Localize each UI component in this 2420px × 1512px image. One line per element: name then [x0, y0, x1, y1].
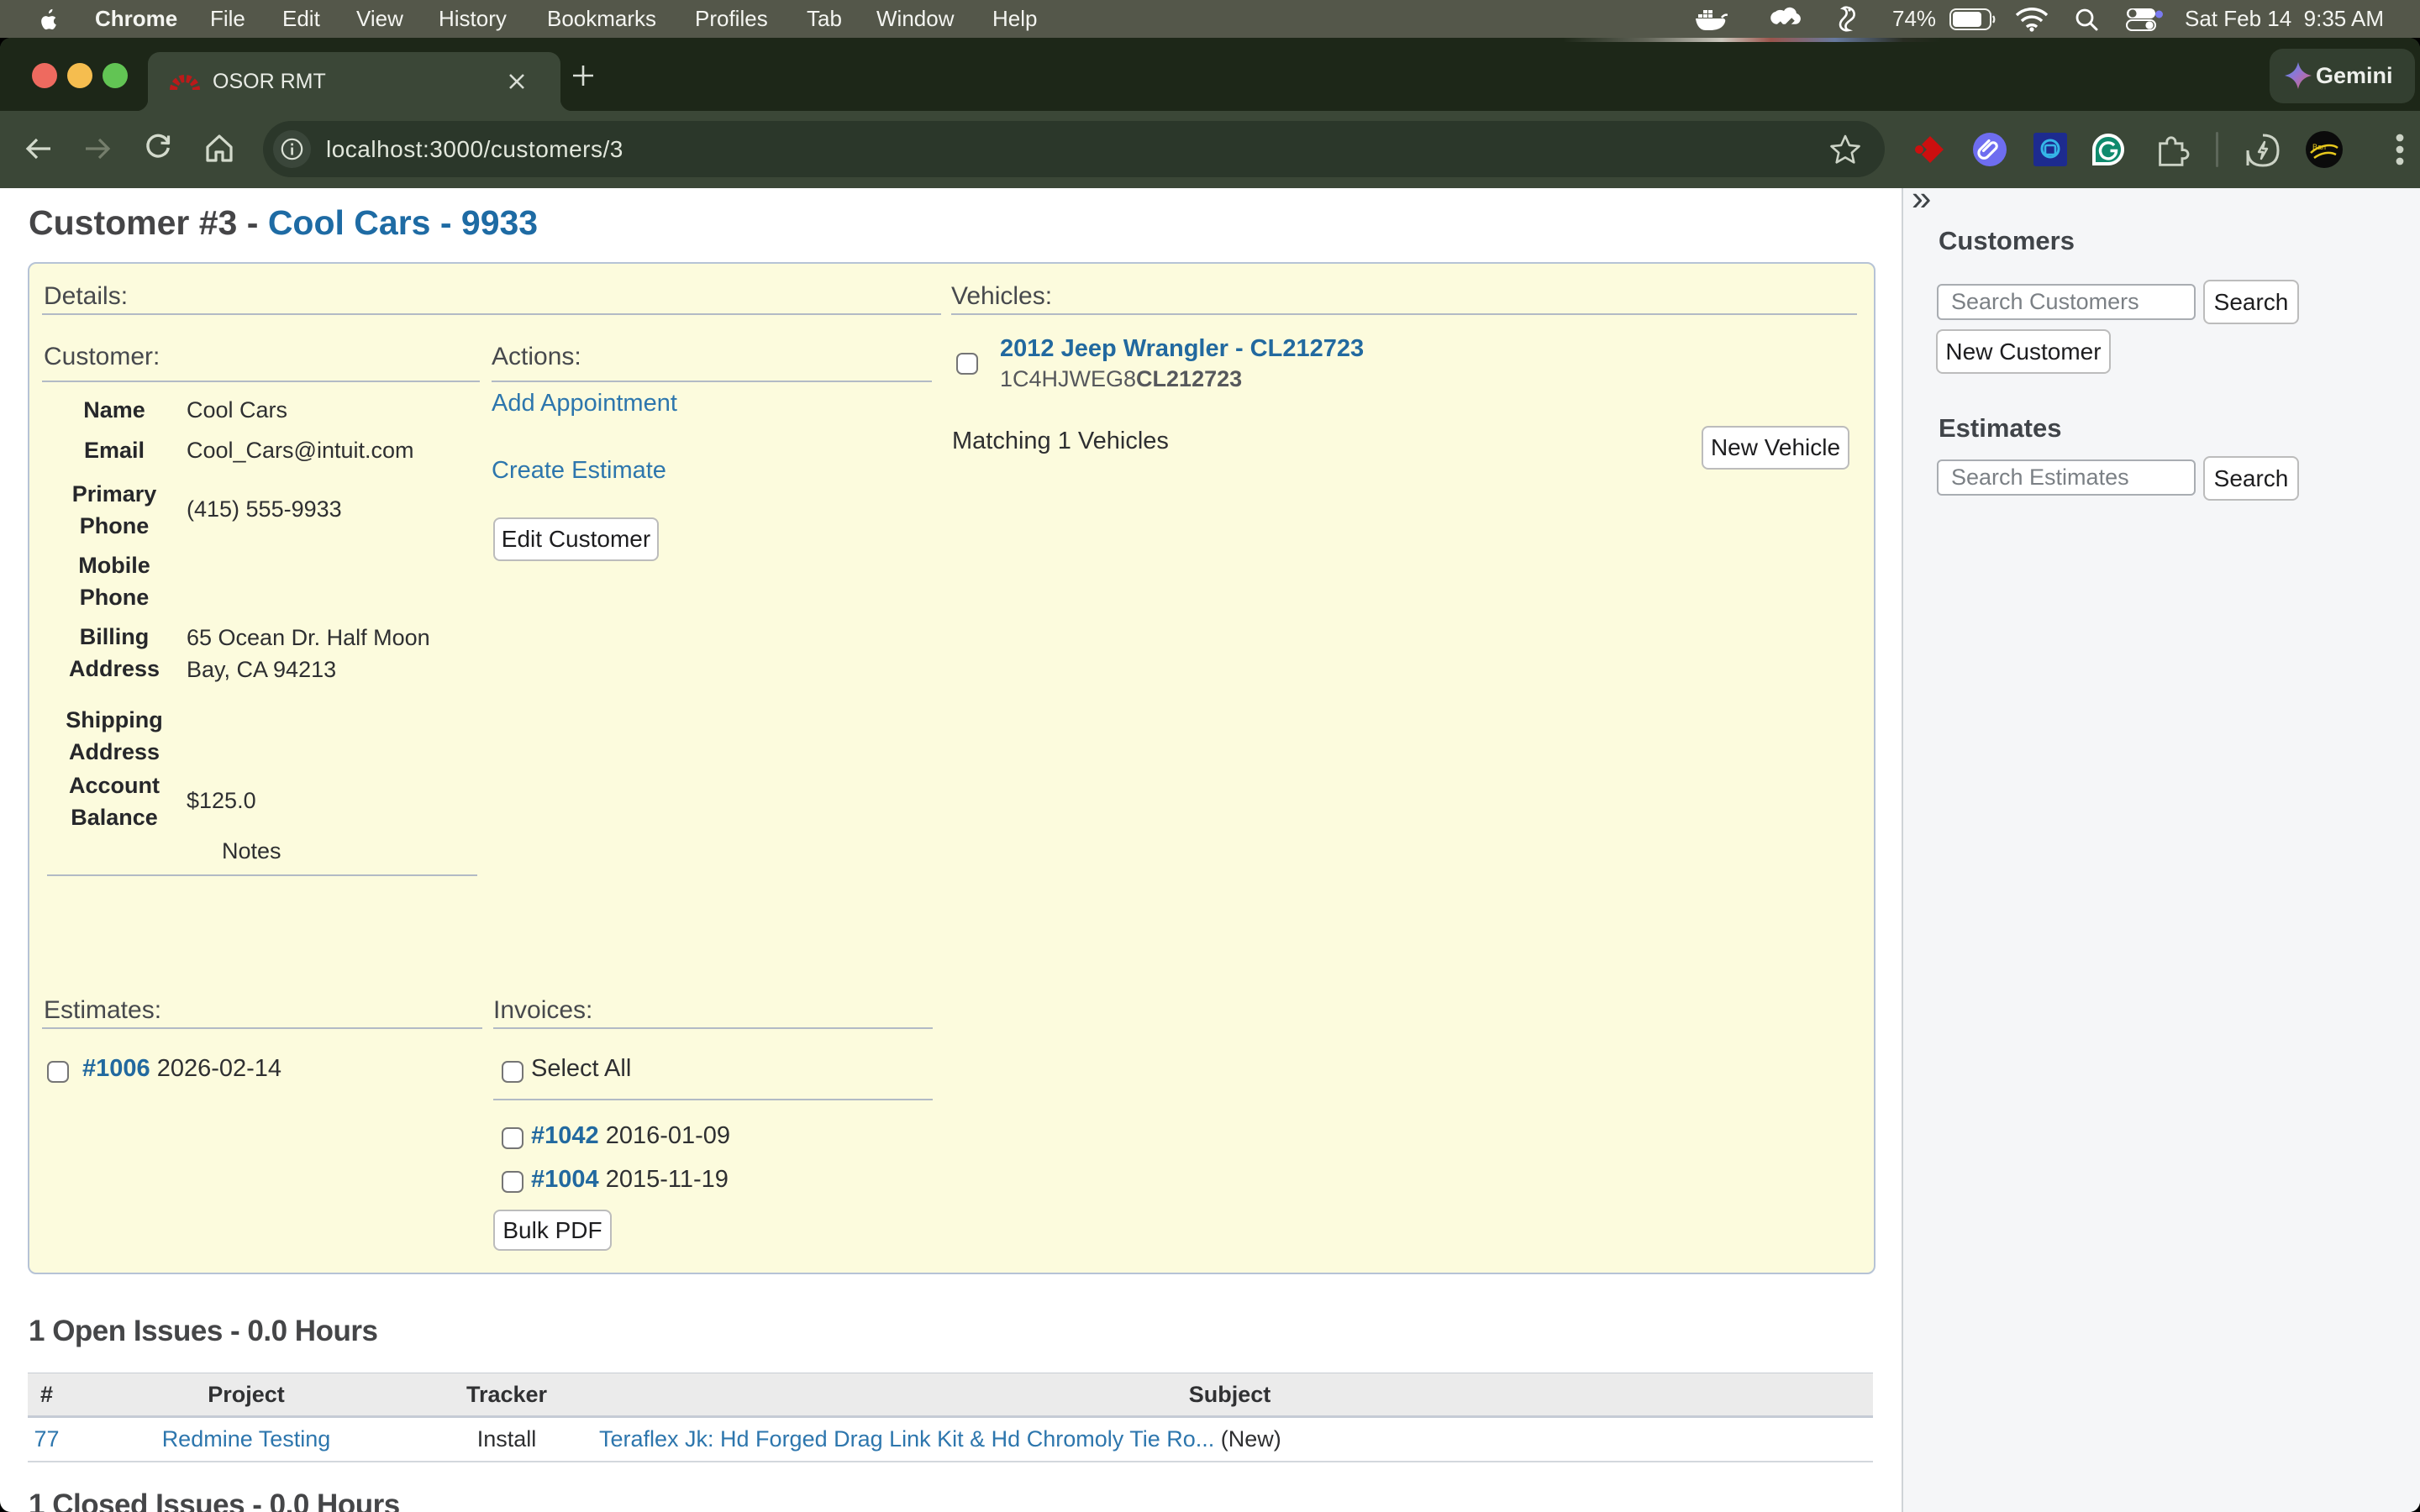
svg-text:Barr: Barr	[2312, 143, 2327, 151]
